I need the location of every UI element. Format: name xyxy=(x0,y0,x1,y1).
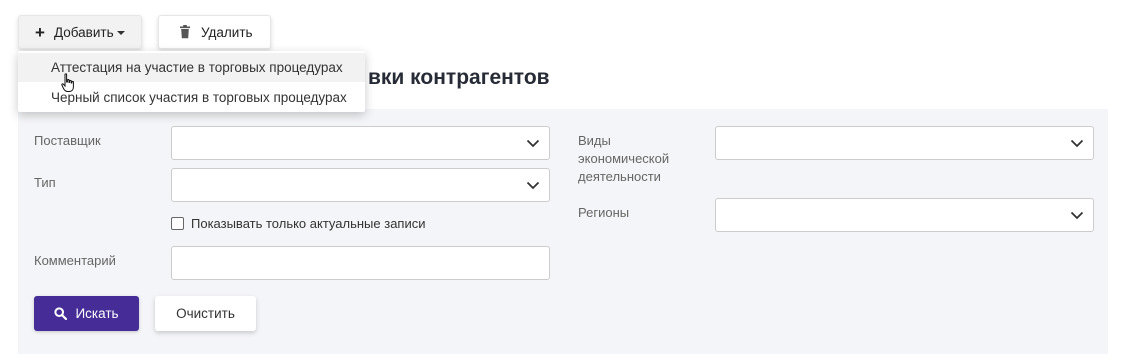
add-button[interactable]: + Добавить xyxy=(18,15,142,49)
search-icon xyxy=(54,307,68,320)
chevron-down-icon xyxy=(526,139,540,148)
type-select[interactable] xyxy=(171,168,550,202)
activity-label-line2: экономической xyxy=(578,151,670,166)
supplier-label: Поставщик xyxy=(34,133,101,148)
activity-label: Виды экономической деятельности xyxy=(578,132,669,186)
page-title: вки контрагентов xyxy=(368,66,550,89)
comment-input[interactable] xyxy=(171,246,550,280)
menu-item-attestation-label: Аттестация на участие в торговых процеду… xyxy=(51,60,343,75)
chevron-down-icon xyxy=(526,181,540,190)
clear-button-label: Очистить xyxy=(176,306,235,321)
chevron-down-icon xyxy=(1070,139,1084,148)
actual-only-checkbox[interactable] xyxy=(171,217,184,230)
actual-only-checkbox-row[interactable]: Показывать только актуальные записи xyxy=(171,216,426,231)
add-button-label: Добавить xyxy=(53,24,114,40)
search-button[interactable]: Искать xyxy=(34,296,139,331)
comment-label: Комментарий xyxy=(34,253,116,268)
activity-label-line1: Виды xyxy=(578,133,611,148)
search-button-label: Искать xyxy=(75,306,119,321)
supplier-select[interactable] xyxy=(171,126,550,160)
clear-button[interactable]: Очистить xyxy=(155,296,256,331)
regions-label: Регионы xyxy=(578,205,630,220)
caret-down-icon xyxy=(116,31,125,35)
activity-label-line3: деятельности xyxy=(578,169,661,184)
type-label: Тип xyxy=(34,175,56,190)
chevron-down-icon xyxy=(1070,211,1084,220)
activity-select[interactable] xyxy=(715,126,1094,160)
hand-cursor-icon xyxy=(61,73,74,92)
delete-button[interactable]: Удалить xyxy=(158,15,271,49)
plus-icon: + xyxy=(35,22,45,42)
delete-button-label: Удалить xyxy=(201,24,253,40)
menu-item-blacklist-label: Черный список участия в торговых процеду… xyxy=(51,90,347,105)
regions-select[interactable] xyxy=(715,198,1094,232)
actual-only-label: Показывать только актуальные записи xyxy=(191,216,426,231)
trash-icon xyxy=(180,25,190,39)
